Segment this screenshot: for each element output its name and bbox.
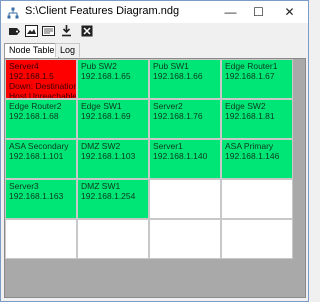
node-cell[interactable]: Edge Router1 192.168.1.67: [221, 59, 293, 99]
node-cell[interactable]: ASA Primary 192.168.1.146: [221, 139, 293, 179]
node-cell[interactable]: Pub SW1 192.168.1.66: [149, 59, 221, 99]
node-name: DMZ SW1: [81, 181, 121, 191]
tag-button[interactable]: [7, 25, 22, 40]
node-ip: 192.168.1.81: [225, 111, 275, 121]
network-app-icon: [7, 6, 19, 19]
node-name: Edge Router1: [225, 61, 278, 71]
node-name: Edge SW2: [225, 101, 266, 111]
node-cell[interactable]: Server4 192.168.1.5 Down: Destination Host …: [5, 59, 77, 99]
node-cell[interactable]: ASA Secondary 192.168.1.101: [5, 139, 77, 179]
tab-node-table[interactable]: Node Table: [4, 43, 60, 58]
title-bar[interactable]: S:\Client Features Diagram.ndg — ☐ ✕: [1, 1, 308, 23]
node-cell[interactable]: DMZ SW1 192.168.1.254: [77, 179, 149, 219]
node-name: Server2: [153, 101, 183, 111]
node-grid: Server4 192.168.1.5 Down: Destination Host …: [5, 59, 293, 259]
empty-node-cell: [221, 219, 293, 259]
maximize-icon: ☐: [253, 5, 264, 19]
node-status-text: Host Unreachable: [9, 91, 77, 99]
node-cell[interactable]: DMZ SW2 192.168.1.103: [77, 139, 149, 179]
tab-strip: Node Table Log: [1, 43, 308, 58]
node-ip: 192.168.1.140: [153, 151, 208, 161]
node-ip: 192.168.1.254: [81, 191, 136, 201]
node-name: DMZ SW2: [81, 141, 121, 151]
empty-node-cell: [77, 219, 149, 259]
empty-node-cell: [149, 179, 221, 219]
tab-log[interactable]: Log: [55, 43, 81, 57]
maximize-button[interactable]: ☐: [243, 1, 274, 23]
close-icon: ✕: [284, 5, 295, 19]
node-name: Edge Router2: [9, 101, 62, 111]
node-ip: 192.168.1.66: [153, 71, 203, 81]
window-title: S:\Client Features Diagram.ndg: [25, 5, 180, 17]
node-cell[interactable]: Server1 192.168.1.140: [149, 139, 221, 179]
image-icon: [25, 24, 38, 42]
node-status-text: Down: Destination: [9, 81, 77, 91]
node-name: ASA Secondary: [9, 141, 69, 151]
node-ip: 192.168.1.103: [81, 151, 136, 161]
node-ip: 192.168.1.65: [81, 71, 131, 81]
close-button[interactable]: ✕: [274, 1, 305, 23]
node-ip: 192.168.1.163: [9, 191, 64, 201]
node-name: Pub SW2: [81, 61, 117, 71]
empty-node-cell: [5, 219, 77, 259]
node-name: ASA Primary: [225, 141, 274, 151]
node-ip: 192.168.1.146: [225, 151, 280, 161]
card-button[interactable]: [41, 25, 56, 40]
download-button[interactable]: [59, 24, 74, 42]
node-table-panel: Server4 192.168.1.5 Down: Destination Host …: [4, 58, 306, 298]
app-window: S:\Client Features Diagram.ndg — ☐ ✕ Nod…: [0, 0, 309, 302]
toolbar: [1, 23, 308, 43]
node-cell[interactable]: Edge SW1 192.168.1.69: [77, 99, 149, 139]
minimize-button[interactable]: —: [215, 1, 246, 23]
download-icon: [60, 24, 73, 42]
node-ip: 192.168.1.67: [225, 71, 275, 81]
close-box-button[interactable]: [79, 25, 94, 40]
node-cell[interactable]: Edge SW2 192.168.1.81: [221, 99, 293, 139]
node-cell[interactable]: Server3 192.168.1.163: [5, 179, 77, 219]
node-ip: 192.168.1.101: [9, 151, 64, 161]
minimize-icon: —: [224, 5, 237, 19]
node-name: Pub SW1: [153, 61, 189, 71]
tag-icon: [8, 24, 21, 42]
node-name: Edge SW1: [81, 101, 122, 111]
card-icon: [42, 24, 55, 42]
node-name: Server1: [153, 141, 183, 151]
node-cell[interactable]: Edge Router2 192.168.1.68: [5, 99, 77, 139]
image-button[interactable]: [24, 24, 39, 42]
node-name: Server3: [9, 181, 39, 191]
node-cell[interactable]: Server2 192.168.1.76: [149, 99, 221, 139]
empty-node-cell: [149, 219, 221, 259]
node-name: Server4: [9, 61, 39, 71]
node-ip: 192.168.1.68: [9, 111, 59, 121]
node-ip: 192.168.1.76: [153, 111, 203, 121]
node-ip: 192.168.1.5: [9, 71, 54, 81]
node-cell[interactable]: Pub SW2 192.168.1.65: [77, 59, 149, 99]
close-box-icon: [81, 24, 93, 42]
node-ip: 192.168.1.69: [81, 111, 131, 121]
empty-node-cell: [221, 179, 293, 219]
